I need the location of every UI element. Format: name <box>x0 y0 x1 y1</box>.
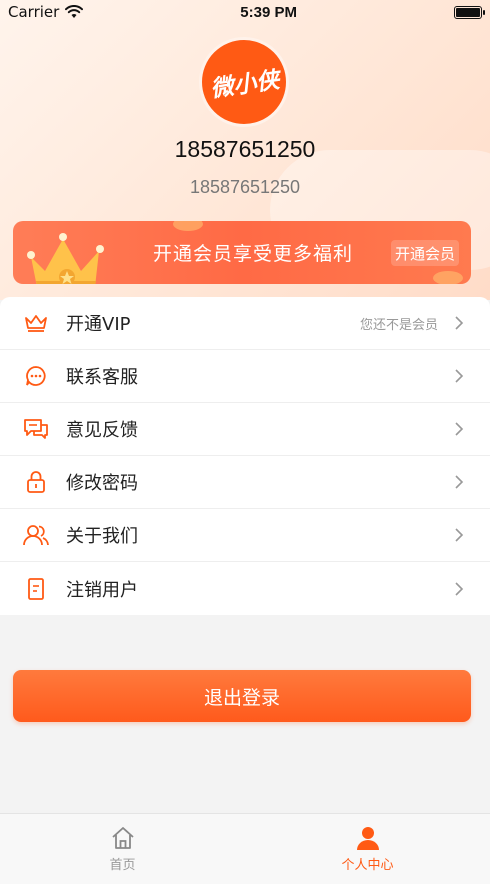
menu-item-change-password[interactable]: 修改密码 <box>0 456 490 509</box>
menu-item-customer-service[interactable]: 联系客服 <box>0 350 490 403</box>
tab-personal-center[interactable]: 个人中心 <box>245 814 490 884</box>
menu-item-delete-account[interactable]: 注销用户 <box>0 562 490 615</box>
document-icon <box>22 575 50 603</box>
menu-item-about-us[interactable]: 关于我们 <box>0 509 490 562</box>
phone-number: 18587651250 <box>189 177 301 197</box>
crown-icon <box>22 309 50 337</box>
tab-home[interactable]: 首页 <box>0 814 245 884</box>
vip-banner[interactable]: 开通会员享受更多福利 开通会员 <box>13 221 471 284</box>
logo-text: 微小侠 <box>208 67 281 103</box>
username: 18587651250 <box>174 136 316 162</box>
carrier-label: Carrier <box>8 3 60 21</box>
menu-item-vip[interactable]: 开通VIP 您还不是会员 <box>0 297 490 350</box>
menu-item-label: 修改密码 <box>66 473 138 494</box>
avatar[interactable]: 微小侠 <box>199 37 289 127</box>
home-icon <box>111 827 134 849</box>
tab-bar: 首页 个人中心 <box>0 813 490 884</box>
users-icon <box>22 521 50 549</box>
chat-icon <box>22 362 50 390</box>
logout-button[interactable]: 退出登录 <box>13 670 471 722</box>
menu-item-label: 联系客服 <box>66 367 138 388</box>
lock-icon <box>22 468 50 496</box>
clock: 5:39 PM <box>240 3 297 21</box>
settings-menu: 开通VIP 您还不是会员 联系客服 意见反馈 修改密码 关于我们 注销用户 <box>0 297 490 615</box>
tab-label: 首页 <box>109 858 136 873</box>
chevron-right-icon <box>455 475 464 489</box>
crown-icon <box>27 233 104 284</box>
wifi-icon <box>65 5 84 18</box>
vip-status-text: 您还不是会员 <box>359 317 438 333</box>
status-bar: Carrier 5:39 PM <box>0 0 490 24</box>
chevron-right-icon <box>455 422 464 436</box>
vip-promo-text: 开通会员享受更多福利 <box>152 243 353 265</box>
chevron-right-icon <box>455 528 464 542</box>
menu-item-label: 开通VIP <box>66 314 131 335</box>
menu-item-label: 关于我们 <box>66 526 138 547</box>
menu-item-label: 注销用户 <box>66 579 138 601</box>
chevron-right-icon <box>455 369 464 383</box>
feedback-icon <box>22 415 50 443</box>
menu-item-label: 意见反馈 <box>66 420 138 441</box>
chevron-right-icon <box>455 316 464 330</box>
person-icon <box>356 827 379 850</box>
coin-decoration <box>433 271 463 284</box>
open-membership-button[interactable]: 开通会员 <box>390 240 459 266</box>
menu-item-feedback[interactable]: 意见反馈 <box>0 403 490 456</box>
battery-icon <box>453 5 485 19</box>
chevron-right-icon <box>455 581 464 596</box>
tab-label: 个人中心 <box>341 858 394 873</box>
